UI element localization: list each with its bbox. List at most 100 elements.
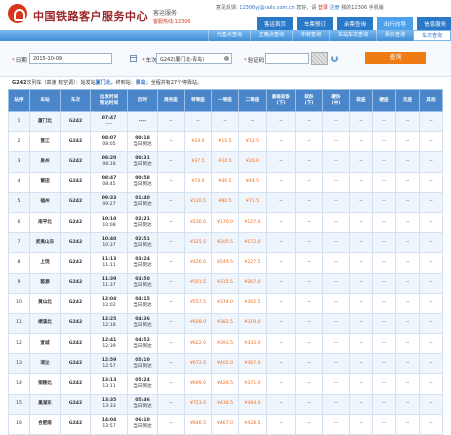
nav-item[interactable]: 客运首页 [257, 17, 294, 30]
arrival-time: ---- [105, 121, 113, 127]
seat-unavailable: -- [419, 252, 443, 274]
arrival-day: 当日到达 [133, 424, 152, 430]
seat-unavailable: -- [372, 333, 396, 355]
seat-unavailable: -- [372, 110, 396, 133]
second-class-price: ¥335.0 [238, 333, 267, 355]
seat-unavailable: -- [157, 191, 185, 213]
login-link[interactable]: 登录 [318, 5, 328, 11]
seat-unavailable: -- [266, 151, 296, 173]
premium-seat-price: ¥24.0 [184, 131, 212, 153]
departure-time: 08:47 [101, 176, 117, 182]
station-name: 泉州 [29, 151, 61, 173]
first-class-price: ¥382.5 [211, 312, 239, 335]
subnav-item[interactable]: 车次查询 [412, 30, 451, 41]
dep-arr-time: 13:13 13:11 [90, 373, 128, 395]
dep-arr-time: 12:41 12:39 [90, 333, 128, 355]
train-code: G242 [60, 151, 91, 173]
arrival-day: 当日到达 [133, 202, 152, 208]
column-header: 硬座 [372, 89, 396, 112]
nav-item[interactable]: 信息服务 [417, 17, 451, 30]
seat-unavailable: -- [295, 110, 323, 133]
subnav-item[interactable]: 车站车次查询 [328, 30, 376, 41]
seat-unavailable: -- [372, 373, 396, 395]
arrival-time: 12:57 [102, 363, 116, 369]
captcha-input[interactable] [265, 53, 309, 64]
subnav-item[interactable]: 代售点查询 [207, 30, 250, 41]
seat-unavailable: -- [372, 312, 396, 335]
arrival-time: 13:33 [102, 404, 116, 410]
seat-unavailable: -- [157, 292, 185, 314]
seat-unavailable: -- [372, 252, 396, 274]
seat-unavailable: -- [266, 131, 296, 153]
train-code: G242 [60, 393, 91, 415]
table-row: 14 铜陵北 G242 13:13 13:11 05:24 当日到达 -- ¥699.0 ¥426… [8, 373, 443, 395]
duration: 04:52 当日到达 [127, 333, 158, 355]
arrival-time: 12:39 [102, 343, 116, 349]
date-input[interactable]: 2015-10-09 [29, 53, 112, 64]
dep-arr-time: 11:13 11:11 [90, 252, 128, 274]
seat-unavailable: -- [372, 191, 396, 213]
row-number: 12 [8, 333, 30, 355]
duration-value: ---- [138, 118, 147, 124]
seat-unavailable: -- [295, 333, 323, 355]
seat-unavailable: -- [157, 353, 185, 375]
second-class-price: ¥12.5 [238, 131, 267, 153]
date-label: *日期 [12, 58, 27, 64]
calendar-icon[interactable] [130, 55, 137, 62]
seat-unavailable: -- [295, 191, 323, 213]
table-row: 5 福州 G242 09:33 09:27 01:40 当日到达 -- ¥120.5 ¥80.5 ¥… [8, 191, 443, 213]
seat-unavailable: -- [295, 413, 323, 435]
clear-icon[interactable] [224, 56, 229, 61]
seat-unavailable: -- [157, 252, 185, 274]
nav-item[interactable]: 余票查询 [337, 17, 374, 30]
seat-unavailable: -- [349, 171, 373, 193]
subnav-item[interactable]: 票价查询 [375, 30, 413, 41]
station-name: 上饶 [29, 252, 61, 274]
train-code: G242 [60, 252, 91, 274]
duration-value: 02:51 [135, 236, 150, 242]
duration-value: 05:46 [135, 398, 150, 404]
train-number-input[interactable]: G242(厦门北-青岛) [156, 53, 232, 64]
seat-unavailable: -- [395, 131, 420, 153]
my-12306-link[interactable]: 我的12306 [341, 5, 367, 11]
first-class-price: -- [211, 110, 239, 133]
seat-unavailable: -- [372, 393, 396, 415]
station-name: 湾沚 [29, 353, 61, 375]
duration: 03:50 当日到达 [127, 272, 158, 294]
seat-unavailable: -- [372, 151, 396, 173]
duration-value: 02:21 [135, 216, 150, 222]
second-class-price: ¥172.0 [238, 232, 267, 254]
subnav-item[interactable]: 中转查询 [291, 30, 329, 41]
seat-unavailable: -- [322, 252, 350, 274]
column-header: 特等座 [184, 89, 212, 112]
station-name: 武夷山东 [29, 232, 61, 254]
seat-unavailable: -- [419, 312, 443, 335]
row-number: 10 [8, 292, 30, 314]
seat-unavailable: -- [349, 191, 373, 213]
captcha-image[interactable] [311, 52, 328, 65]
seat-unavailable: -- [322, 110, 350, 133]
arrival-time: 10:08 [102, 222, 116, 228]
subnav-item[interactable]: 正晚点查询 [249, 30, 292, 41]
refresh-icon[interactable] [331, 55, 338, 62]
mobile-link[interactable]: 手机版 [369, 5, 384, 11]
register-link[interactable]: 注册 [330, 5, 340, 11]
dep-arr-time: 12:59 12:57 [90, 353, 128, 375]
second-class-price: ¥127.0 [238, 211, 267, 234]
duration-value: 03:50 [135, 277, 150, 283]
feedback-email-link[interactable]: 12306yj@rails.com.cn [239, 5, 295, 11]
duration-value: 00:31 [135, 155, 150, 161]
station-name: 莆田 [29, 171, 61, 193]
nav-item[interactable]: 车票预订 [297, 17, 334, 30]
seat-unavailable: -- [419, 373, 443, 395]
arrival-day: 当日到达 [133, 141, 152, 147]
seat-unavailable: -- [295, 131, 323, 153]
seat-unavailable: -- [157, 232, 185, 254]
seat-unavailable: -- [419, 191, 443, 213]
duration: 00:18 当日到达 [127, 131, 158, 153]
seat-unavailable: -- [295, 393, 323, 415]
query-button[interactable]: 查询 [365, 52, 426, 64]
duration-value: 01:40 [135, 196, 150, 202]
nav-item[interactable]: 出行向导 [377, 17, 414, 30]
second-class-price: ¥44.5 [238, 171, 267, 193]
